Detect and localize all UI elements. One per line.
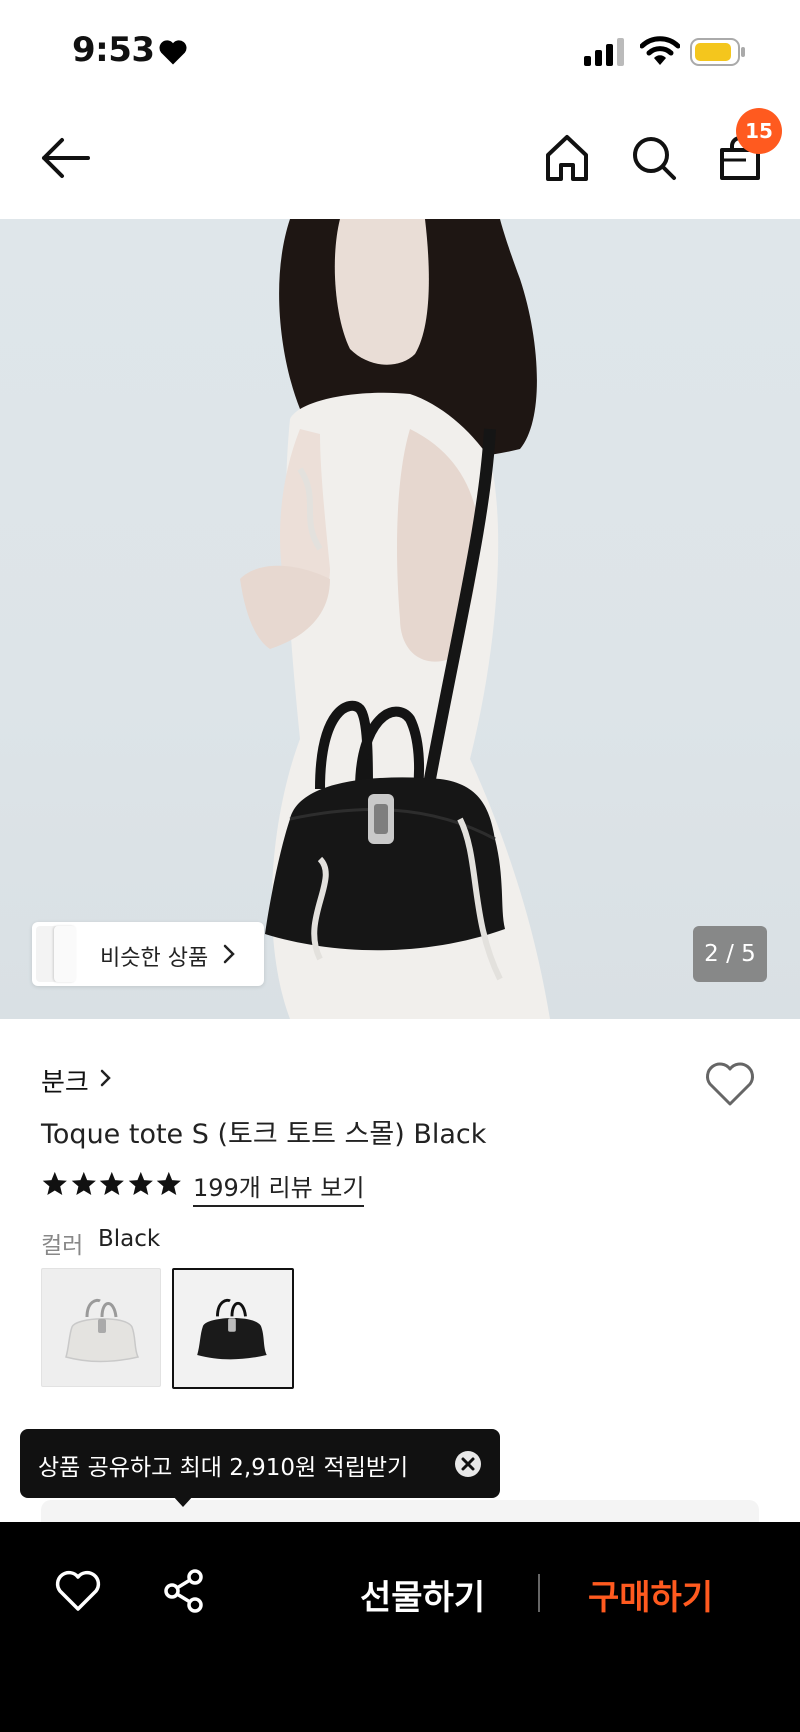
status-time: 9:53 <box>72 30 155 70</box>
star-icon <box>128 1171 153 1196</box>
tooltip-text: 상품 공유하고 최대 2,910원 적립받기 <box>38 1455 409 1481</box>
color-label: 컬러 <box>41 1233 84 1259</box>
wishlist-button[interactable] <box>704 1060 756 1108</box>
similar-products-label: 비슷한 상품 <box>100 946 209 971</box>
image-page-indicator: 2 / 5 <box>693 926 767 982</box>
divider <box>538 1574 540 1612</box>
buy-button[interactable]: 구매하기 <box>588 1570 713 1619</box>
star-icon <box>99 1171 125 1196</box>
rating-stars <box>41 1170 183 1198</box>
black-bag-thumbnail <box>197 1298 267 1360</box>
selected-color-value: Black <box>98 1226 161 1252</box>
wifi-icon <box>640 36 680 65</box>
back-button[interactable] <box>38 134 92 182</box>
bottom-wishlist-button[interactable] <box>55 1568 101 1614</box>
search-button[interactable] <box>630 134 678 182</box>
home-button[interactable] <box>544 133 590 183</box>
star-icon <box>42 1171 67 1196</box>
share-button[interactable] <box>162 1568 206 1614</box>
heart-icon <box>159 40 187 65</box>
star-icon <box>71 1171 96 1196</box>
section-background <box>41 1500 759 1524</box>
tooltip-tail <box>172 1495 194 1507</box>
battery-icon <box>690 38 745 66</box>
color-swatch-black[interactable] <box>172 1268 294 1389</box>
brand-link[interactable]: 분크 <box>41 1062 89 1099</box>
model-with-bag-image <box>240 219 550 1019</box>
reviews-link[interactable]: 199개 리뷰 보기 <box>193 1168 365 1207</box>
bottom-action-bar <box>0 1522 800 1732</box>
signal-icon <box>584 38 624 66</box>
star-icon <box>157 1171 182 1196</box>
gift-button[interactable]: 선물하기 <box>360 1570 485 1619</box>
product-image[interactable] <box>0 219 800 1019</box>
chevron-right-icon <box>100 1069 111 1087</box>
color-swatch-gray[interactable] <box>41 1268 161 1387</box>
close-icon[interactable] <box>454 1450 482 1478</box>
gray-bag-thumbnail <box>65 1298 140 1363</box>
product-title: Toque tote S (토크 토트 스몰) Black <box>41 1119 487 1150</box>
chevron-right-icon <box>223 944 235 964</box>
similar-thumbnail <box>54 926 76 982</box>
cart-count-badge: 15 <box>736 108 782 154</box>
